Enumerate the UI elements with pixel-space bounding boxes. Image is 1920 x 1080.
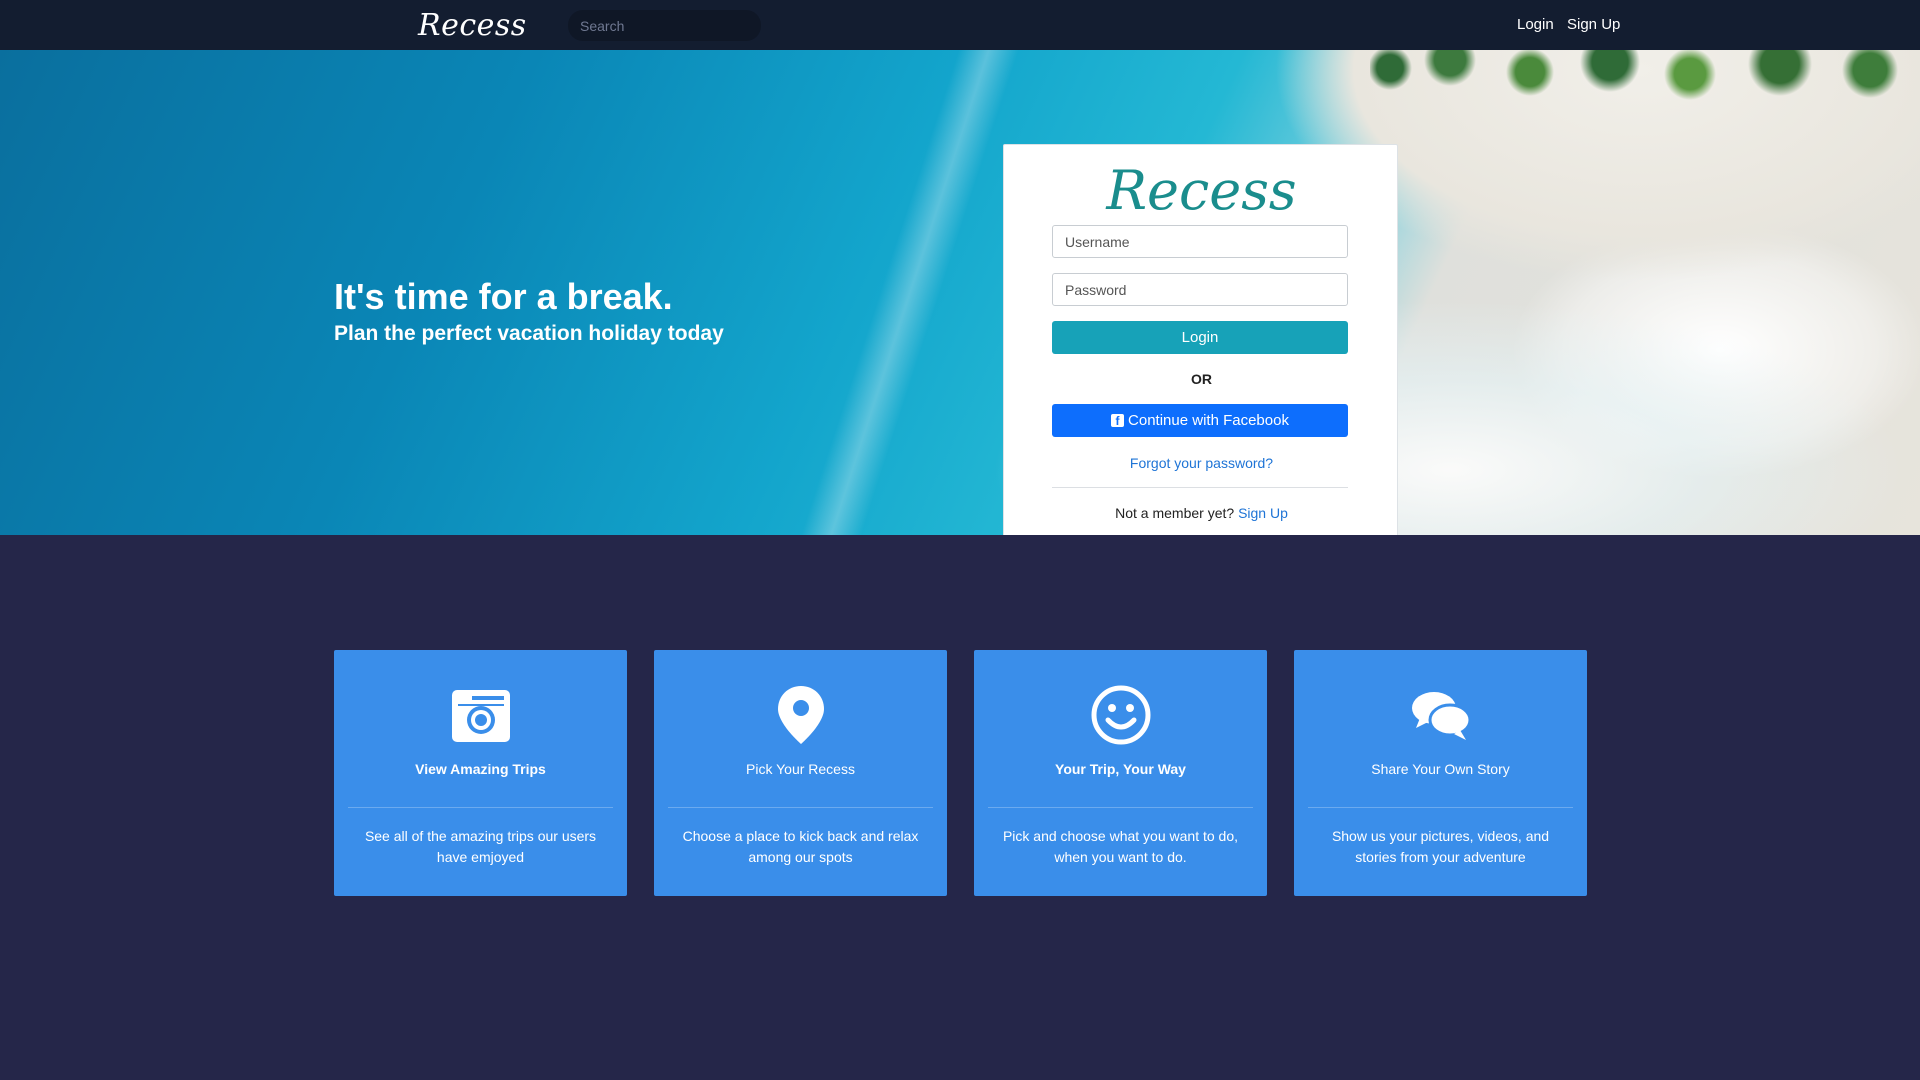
hero-banner: It's time for a break. Plan the perfect … <box>0 50 1920 535</box>
hero-background-foam <box>801 50 1019 535</box>
login-card: Recess Login OR f Continue with Facebook… <box>1003 144 1398 535</box>
feature-title: Pick Your Recess <box>746 761 855 777</box>
signup-prompt: Not a member yet? Sign Up <box>1004 505 1399 521</box>
feature-description: See all of the amazing trips our users h… <box>364 828 597 865</box>
feature-description: Pick and choose what you want to do, whe… <box>1002 828 1239 865</box>
facebook-button-label: Continue with Facebook <box>1128 412 1289 429</box>
feature-card-pick-recess[interactable]: Pick Your Recess Choose a place to kick … <box>654 650 947 896</box>
feature-divider <box>1308 807 1573 808</box>
feature-title: Your Trip, Your Way <box>1055 761 1186 777</box>
facebook-login-button[interactable]: f Continue with Facebook <box>1052 404 1348 437</box>
facebook-icon: f <box>1111 414 1125 428</box>
search-input[interactable] <box>568 10 761 41</box>
smiley-icon <box>1091 685 1151 745</box>
map-pin-icon <box>778 686 824 744</box>
brand-logo[interactable]: Recess <box>418 8 527 43</box>
feature-card-share-story[interactable]: Share Your Own Story Show us your pictur… <box>1294 650 1587 896</box>
feature-divider <box>988 807 1253 808</box>
feature-title: View Amazing Trips <box>415 761 546 777</box>
login-card-logo: Recess <box>1106 159 1297 222</box>
password-field[interactable] <box>1052 273 1348 306</box>
card-signup-link[interactable]: Sign Up <box>1238 505 1288 521</box>
hero-subtitle: Plan the perfect vacation holiday today <box>334 322 724 345</box>
login-button[interactable]: Login <box>1052 321 1348 354</box>
feature-divider <box>348 807 613 808</box>
or-separator: OR <box>1191 371 1212 387</box>
username-field[interactable] <box>1052 225 1348 258</box>
hero-background-trees <box>1370 50 1920 110</box>
feature-divider <box>668 807 933 808</box>
nav-login-link[interactable]: Login <box>1517 16 1554 33</box>
feature-description: Show us your pictures, videos, and stori… <box>1331 828 1550 865</box>
feature-card-your-way[interactable]: Your Trip, Your Way Pick and choose what… <box>974 650 1267 896</box>
feature-title: Share Your Own Story <box>1371 761 1510 777</box>
camera-icon <box>452 690 510 742</box>
forgot-password-link[interactable]: Forgot your password? <box>1004 455 1399 471</box>
feature-description: Choose a place to kick back and relax am… <box>682 828 919 865</box>
top-navbar: Recess Login Sign Up <box>0 0 1920 50</box>
chat-bubbles-icon <box>1412 692 1472 740</box>
card-divider <box>1052 487 1348 488</box>
nav-signup-link[interactable]: Sign Up <box>1567 16 1620 33</box>
member-prompt-text: Not a member yet? <box>1115 505 1235 521</box>
feature-card-view-trips[interactable]: View Amazing Trips See all of the amazin… <box>334 650 627 896</box>
hero-title: It's time for a break. <box>334 276 673 317</box>
